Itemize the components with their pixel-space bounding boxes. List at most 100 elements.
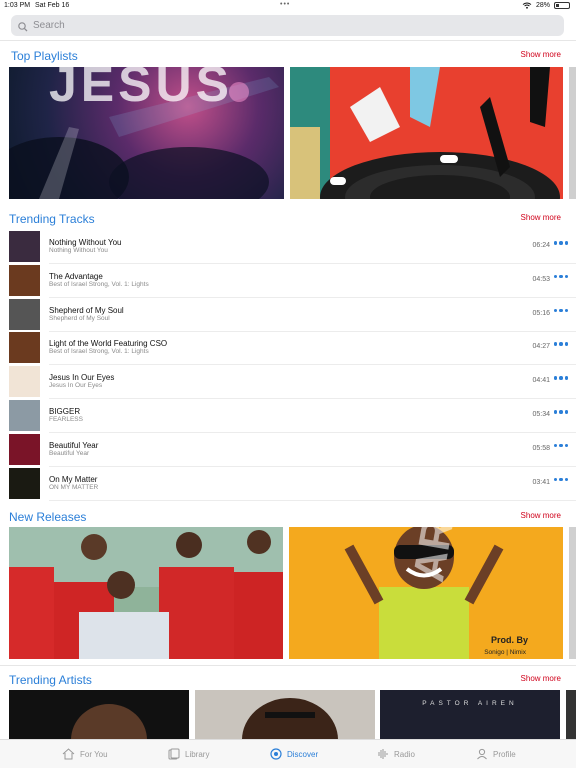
track-duration: 05:34	[532, 411, 550, 418]
track-subtitle: Beautiful Year	[49, 449, 90, 457]
artist-tile-2[interactable]	[195, 690, 375, 739]
release-tile-2-credit: Prod. By	[490, 635, 528, 645]
more-options-icon[interactable]	[553, 410, 568, 414]
playlist-tile-1-text: JESUS	[49, 67, 233, 112]
status-time: 1:03 PM	[4, 2, 31, 9]
playlist-tile-2[interactable]	[290, 67, 563, 199]
tab-profile[interactable]: Profile	[476, 748, 516, 760]
track-subtitle: FEARLESS	[49, 416, 83, 423]
more-options-icon[interactable]	[553, 443, 568, 448]
profile-icon	[477, 748, 487, 760]
track-title: Jesus In Our Eyes	[49, 373, 115, 383]
home-icon	[62, 748, 75, 760]
new-releases-show-more[interactable]: Show more	[521, 511, 561, 520]
section-title-trending-artists: Trending Artists	[9, 673, 92, 687]
track-duration: 06:24	[532, 242, 550, 249]
tab-bar: For You Library Discover Radio Profile	[0, 739, 576, 768]
release-tile-1-artwork	[9, 527, 283, 659]
tab-label: Radio	[394, 749, 415, 759]
track-row[interactable]: Jesus In Our Eyes Jesus In Our Eyes 04:41	[0, 365, 576, 400]
track-duration: 05:16	[532, 309, 550, 317]
track-title: Light of the World Featuring CSO	[49, 339, 168, 349]
artist-tile-2-artwork	[242, 698, 338, 739]
section-title-new-releases: New Releases	[9, 510, 87, 524]
trending-artists-show-more[interactable]: Show more	[521, 674, 561, 683]
wifi-icon	[522, 2, 532, 9]
tab-radio[interactable]: Radio	[377, 748, 415, 760]
track-artwork	[9, 298, 40, 330]
more-options-icon[interactable]	[553, 241, 568, 245]
track-artwork	[9, 366, 40, 398]
playlist-tile-1[interactable]: JESUS	[9, 67, 284, 199]
new-releases-divider	[0, 665, 576, 666]
track-row[interactable]: The Advantage Best of Israel Strong, Vol.…	[0, 264, 576, 298]
track-duration: 04:41	[532, 377, 550, 385]
library-icon	[168, 748, 180, 760]
track-artwork	[9, 332, 40, 364]
release-tile-2[interactable]: AROUND Prod. By Sonigo | Nimix	[289, 527, 563, 659]
tab-label: Discover	[287, 749, 319, 759]
more-options-icon[interactable]	[553, 274, 568, 279]
track-artwork	[9, 467, 40, 499]
track-duration: 03:41	[532, 478, 550, 486]
artist-tile-3-text: PASTOR AIREN	[422, 700, 518, 707]
track-title: The Advantage	[49, 271, 103, 281]
row-divider	[49, 499, 576, 501]
trending-tracks-show-more[interactable]: Show more	[521, 213, 561, 222]
track-title: Nothing Without You	[49, 238, 122, 247]
track-row[interactable]: On My Matter ON MY MATTER 03:41	[0, 467, 576, 501]
artist-tile-peek	[566, 690, 576, 739]
track-row[interactable]: Nothing Without You Nothing Without You 06…	[0, 230, 576, 264]
more-options-icon[interactable]	[553, 376, 568, 380]
header-divider	[0, 40, 576, 41]
track-duration: 04:53	[532, 275, 550, 283]
release-tile-1[interactable]	[9, 527, 283, 659]
more-options-icon[interactable]	[553, 477, 568, 482]
artist-tile-1[interactable]	[9, 690, 189, 739]
battery-percent: 28%	[535, 2, 550, 9]
section-title-top-playlists: Top Playlists	[11, 49, 78, 63]
track-row[interactable]: BIGGER FEARLESS 05:34	[0, 399, 576, 433]
tab-label: Profile	[493, 749, 516, 759]
track-row[interactable]: Shepherd of My Soul Shepherd of My Soul 05…	[0, 298, 576, 332]
track-subtitle: ON MY MATTER	[49, 483, 99, 491]
track-row[interactable]: Light of the World Featuring CSO Best of …	[0, 331, 576, 366]
track-row[interactable]: Beautiful Year Beautiful Year 05:58	[0, 433, 576, 467]
track-subtitle: Best of Israel Strong, Vol. 1: Lights	[49, 280, 149, 288]
track-artwork	[9, 264, 40, 296]
track-title: Beautiful Year	[49, 440, 99, 450]
tab-for-you[interactable]: For You	[62, 748, 108, 760]
radio-icon	[378, 749, 388, 759]
track-title: On My Matter	[49, 474, 98, 484]
tab-discover[interactable]: Discover	[270, 748, 318, 760]
track-subtitle: Best of Israel Strong, Vol. 1: Lights	[49, 348, 149, 356]
track-subtitle: Shepherd of My Soul	[49, 314, 110, 322]
track-duration: 04:27	[532, 343, 550, 351]
status-bar: 1:03 PM Sat Feb 16 ••• 28%	[0, 0, 576, 12]
release-tile-2-credit-names: Sonigo | Nimix	[484, 649, 526, 656]
multitasking-dots-icon: •••	[280, 1, 291, 8]
playlist-tile-peek	[569, 67, 576, 199]
track-title: BIGGER	[49, 407, 81, 416]
artist-tile-3[interactable]: PASTOR AIREN	[380, 690, 560, 739]
top-playlists-show-more[interactable]: Show more	[521, 50, 561, 59]
search-bar[interactable]	[11, 15, 564, 36]
artist-tile-1-artwork	[71, 704, 147, 739]
track-title: Shepherd of My Soul	[49, 305, 124, 315]
track-subtitle: Jesus In Our Eyes	[49, 382, 103, 390]
track-subtitle: Nothing Without You	[49, 247, 108, 254]
search-input[interactable]	[33, 20, 533, 31]
search-icon	[17, 20, 29, 32]
track-artwork	[9, 400, 40, 431]
release-tile-peek	[569, 527, 576, 659]
tab-label: Library	[185, 749, 210, 759]
track-artwork	[9, 433, 40, 465]
more-options-icon[interactable]	[553, 308, 568, 313]
battery-icon	[554, 2, 570, 9]
tab-library[interactable]: Library	[168, 748, 209, 760]
discover-icon	[270, 748, 282, 760]
track-artwork	[9, 231, 40, 262]
more-options-icon[interactable]	[553, 342, 568, 346]
section-title-trending-tracks: Trending Tracks	[9, 212, 95, 226]
tab-label: For You	[80, 749, 108, 759]
